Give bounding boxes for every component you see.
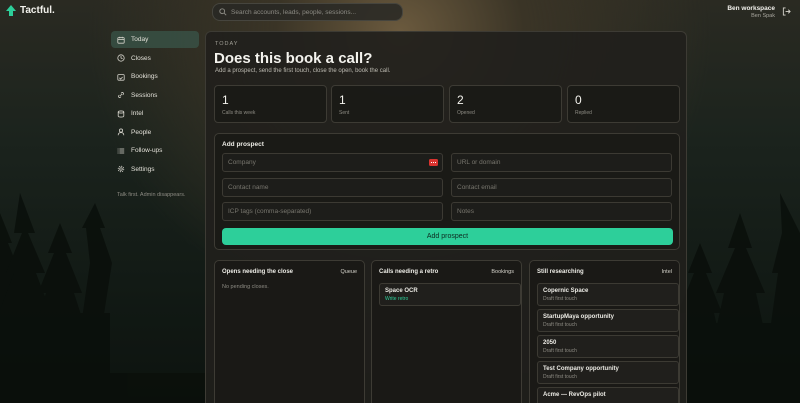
gear-icon <box>117 165 125 173</box>
sidebar-item-label: Bookings <box>131 73 158 80</box>
intel-link[interactable]: Intel <box>662 269 672 275</box>
item-title: Test Company opportunity <box>543 366 619 372</box>
page-eyebrow: TODAY <box>215 41 239 47</box>
sidebar-item-intel[interactable]: Intel <box>111 105 199 122</box>
sidebar-item-label: Closes <box>131 54 151 62</box>
panel-title: Still researching <box>537 269 584 275</box>
user-name: Ben Spak <box>751 13 775 19</box>
logout-icon[interactable] <box>782 7 791 16</box>
list-item[interactable]: Space OCR Write retro <box>379 283 521 306</box>
opens-needing-close-panel: Opens needing the close Queue No pending… <box>214 260 365 403</box>
add-prospect-button[interactable]: Add prospect <box>222 228 673 245</box>
top-bar: Tactful. Ben workspace Ben Spak <box>0 0 800 24</box>
page-title: Does this book a call? <box>214 50 373 67</box>
sidebar-item-follow-ups[interactable]: Follow-ups <box>111 142 199 159</box>
workspace-name: Ben workspace <box>727 5 775 12</box>
sidebar-tagline: Talk first. Admin disappears. <box>117 191 186 198</box>
contact-email-input[interactable] <box>451 178 672 197</box>
stat-value: 1 <box>339 93 346 107</box>
sidebar-item-sessions[interactable]: Sessions <box>111 87 199 104</box>
list-item[interactable]: Copernic Space Draft first touch <box>537 283 679 306</box>
database-icon <box>117 110 125 117</box>
stat-value: 0 <box>575 93 582 107</box>
sidebar: Today Closes Bookings Sessions Intel Peo… <box>111 31 199 198</box>
link-icon <box>118 92 124 98</box>
item-title: Copernic Space <box>543 288 589 294</box>
panel-title: Calls needing a retro <box>379 269 439 275</box>
sidebar-item-closes[interactable]: Closes <box>111 50 199 67</box>
item-title: Acme — RevOps pilot <box>543 392 606 398</box>
app-logo[interactable]: Tactful. <box>6 5 55 16</box>
search-icon <box>219 8 227 16</box>
calls-needing-retro-panel: Calls needing a retro Bookings Space OCR… <box>371 260 522 403</box>
list-item[interactable]: StartupMaya opportunity Draft first touc… <box>537 309 679 332</box>
queue-link[interactable]: Queue <box>340 269 357 275</box>
sidebar-item-label: Intel <box>131 110 144 117</box>
notes-input[interactable] <box>451 202 672 221</box>
sidebar-item-label: Sessions <box>131 91 158 99</box>
empty-state: No pending closes. <box>222 284 269 290</box>
clock-icon <box>117 54 125 62</box>
write-retro-link[interactable]: Write retro <box>385 296 520 302</box>
sidebar-item-bookings[interactable]: Bookings <box>111 68 199 85</box>
stat-calls-this-week: 1 Calls this week <box>214 85 327 123</box>
item-subtitle: Draft first touch <box>543 348 577 354</box>
page-subtitle: Add a prospect, send the first touch, cl… <box>215 68 391 74</box>
stat-label: Opened <box>457 110 475 116</box>
contact-name-input[interactable] <box>222 178 443 197</box>
main-panel: TODAY Does this book a call? Add a prosp… <box>205 31 687 403</box>
workspace-switcher[interactable]: Ben workspace Ben Spak <box>727 5 775 19</box>
item-subtitle: Draft first touch <box>543 296 577 302</box>
item-subtitle: Draft first touch <box>543 322 577 328</box>
list-item[interactable]: 2050 Draft first touch <box>537 335 679 358</box>
list-item[interactable]: Acme — RevOps pilot <box>537 387 679 403</box>
sidebar-item-people[interactable]: People <box>111 124 199 141</box>
stat-label: Replied <box>575 110 592 116</box>
arrow-up-logo-icon <box>6 5 16 16</box>
list-item[interactable]: Test Company opportunity Draft first tou… <box>537 361 679 384</box>
url-input[interactable] <box>451 153 672 172</box>
stat-opened: 2 Opened <box>449 85 562 123</box>
stat-replied: 0 Replied <box>567 85 680 123</box>
sidebar-item-settings[interactable]: Settings <box>111 161 199 178</box>
calendar-check-icon <box>117 73 125 81</box>
list-icon <box>117 148 125 153</box>
item-title: StartupMaya opportunity <box>543 314 615 320</box>
stat-value: 2 <box>457 93 464 107</box>
item-subtitle: Draft first touch <box>543 374 577 380</box>
stat-sent: 1 Sent <box>331 85 444 123</box>
company-input[interactable] <box>222 153 443 172</box>
sidebar-item-label: Settings <box>131 165 155 173</box>
sidebar-item-today[interactable]: Today <box>111 31 199 48</box>
bookings-link[interactable]: Bookings <box>491 269 514 275</box>
calendar-icon <box>117 36 125 44</box>
icp-tags-input[interactable] <box>222 202 443 221</box>
still-researching-panel: Still researching Intel Copernic Space D… <box>529 260 680 403</box>
add-prospect-form: Add prospect Add prospect <box>214 133 680 250</box>
search-bar[interactable] <box>212 3 403 21</box>
stat-label: Calls this week <box>222 110 256 116</box>
item-title: Space OCR <box>385 288 418 294</box>
sidebar-item-label: People <box>131 128 152 136</box>
add-prospect-title: Add prospect <box>222 141 264 148</box>
sidebar-item-label: Today <box>131 36 149 43</box>
stat-value: 1 <box>222 93 229 107</box>
person-icon <box>117 128 125 136</box>
app-name: Tactful. <box>20 5 55 16</box>
sidebar-item-label: Follow-ups <box>131 147 163 154</box>
panel-title: Opens needing the close <box>222 269 294 275</box>
stat-label: Sent <box>339 110 350 116</box>
search-input[interactable] <box>231 8 401 16</box>
password-manager-icon[interactable] <box>429 159 438 166</box>
item-title: 2050 <box>543 340 557 346</box>
